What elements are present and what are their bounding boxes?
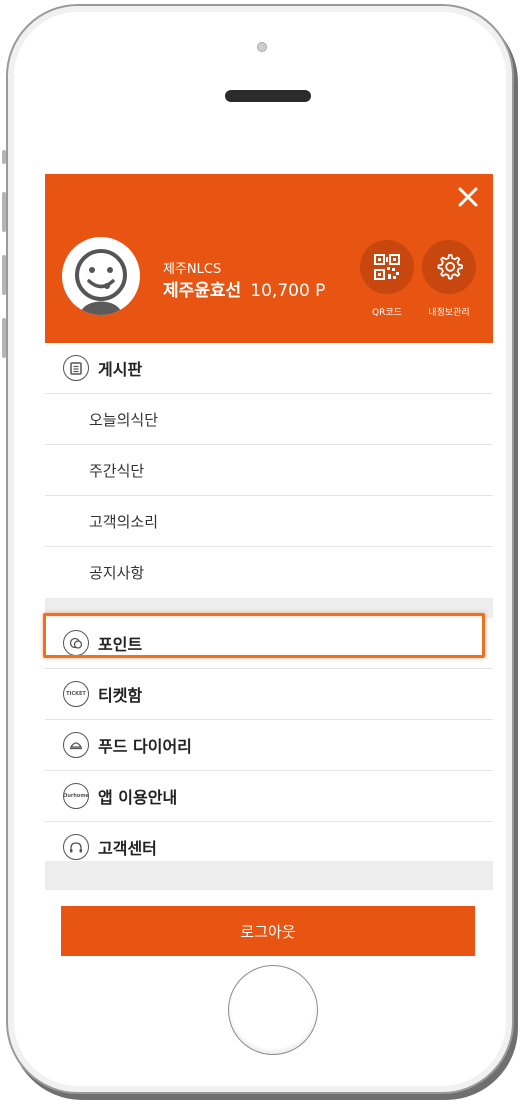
menu-section-label: 앱 이용안내 [98, 788, 178, 807]
side-button [2, 318, 6, 358]
drawer-header: 제주NLCS 제주윤효선 10,700 P QR코드 내정보관리 [45, 174, 493, 343]
app-guide-icon: Ourhome [63, 783, 89, 809]
menu-section-app-guide[interactable]: Ourhome 앱 이용안내 [45, 771, 493, 822]
front-camera [257, 42, 267, 52]
menu-section-label: 푸드 다이어리 [98, 737, 192, 756]
user-info: 제주윤효선 10,700 P [163, 276, 325, 301]
menu-footer-spacer [45, 861, 493, 890]
settings-label: 내정보관리 [428, 308, 470, 318]
smiley-avatar-icon [75, 249, 127, 315]
clipboard-icon [63, 355, 89, 381]
qr-code-icon [374, 254, 400, 280]
menu-section-label: 게시판 [98, 360, 143, 379]
earpiece-speaker [225, 90, 311, 102]
avatar [62, 237, 140, 315]
user-organization: 제주NLCS [163, 262, 222, 277]
headset-icon [63, 834, 89, 860]
menu-section-board[interactable]: 게시판 [45, 343, 493, 394]
ticket-icon: TICKET [63, 681, 89, 707]
menu-item-weekly-menu[interactable]: 주간식단 [45, 445, 493, 496]
user-name: 제주윤효선 [163, 281, 242, 301]
side-menu: 게시판 오늘의식단 주간식단 고객의소리 공지사항 포인트 TICKET 티켓함 [45, 343, 493, 873]
app-screen: 제주NLCS 제주윤효선 10,700 P QR코드 내정보관리 게시판 오늘의… [45, 174, 493, 890]
gear-icon [437, 254, 463, 280]
home-button[interactable] [228, 965, 318, 1055]
logout-button[interactable]: 로그아웃 [61, 906, 475, 956]
close-icon [458, 187, 478, 207]
settings-button[interactable] [422, 240, 476, 294]
menu-item-today-menu[interactable]: 오늘의식단 [45, 394, 493, 445]
highlight-box [43, 613, 485, 658]
qr-code-button[interactable] [360, 240, 414, 294]
menu-item-customer-voice[interactable]: 고객의소리 [45, 496, 493, 547]
menu-section-food-diary[interactable]: 푸드 다이어리 [45, 720, 493, 771]
menu-section-tickets[interactable]: TICKET 티켓함 [45, 669, 493, 720]
side-button [2, 192, 6, 232]
side-button [2, 150, 6, 164]
qr-code-label: QR코드 [372, 308, 402, 318]
food-dome-icon [63, 732, 89, 758]
side-button [2, 255, 6, 295]
menu-item-notices[interactable]: 공지사항 [45, 547, 493, 598]
user-points: 10,700 P [250, 281, 326, 301]
close-button[interactable] [453, 184, 483, 214]
menu-section-label: 티켓함 [98, 686, 143, 705]
menu-section-label: 고객센터 [98, 839, 157, 858]
